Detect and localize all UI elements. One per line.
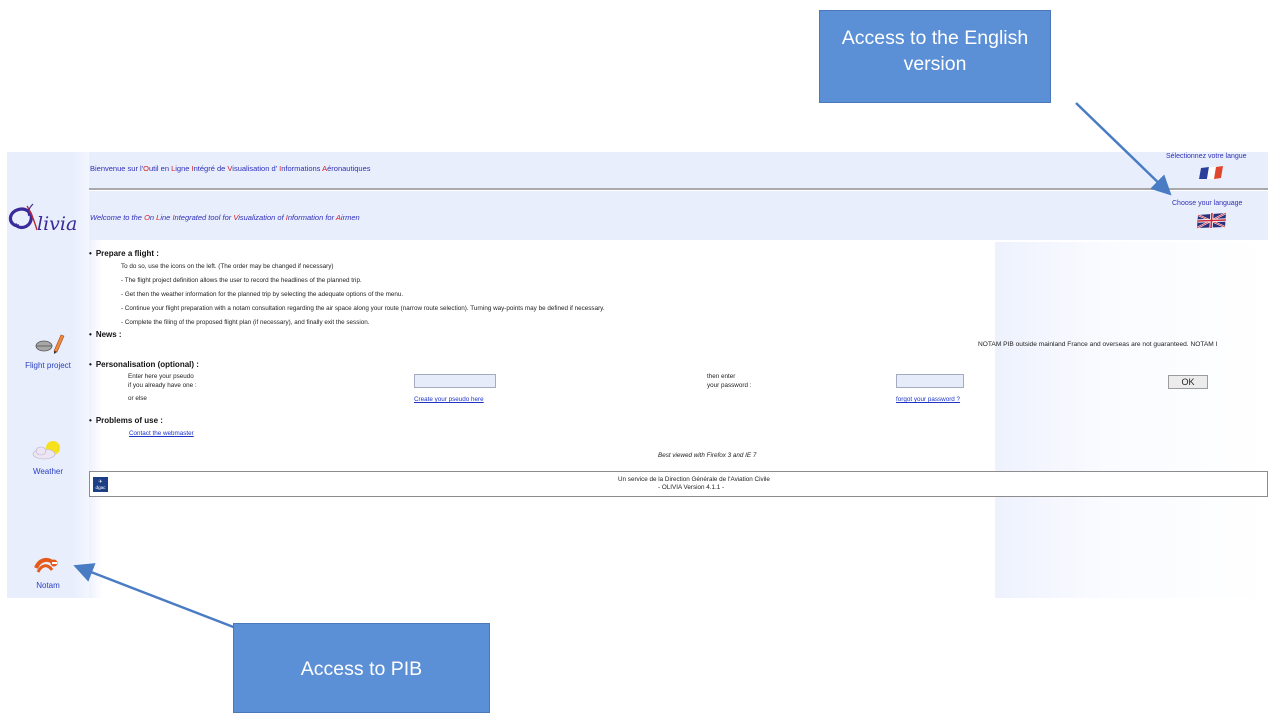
pib-arrow [73,563,237,630]
english-arrow [1075,102,1172,196]
pib-callout: Access to PIB [233,623,490,713]
annotation-arrows [73,102,1172,630]
english-version-callout: Access to the English version [819,10,1051,103]
stage: livia Bienvenue sur l'Outil en Ligne Int… [0,0,1268,713]
